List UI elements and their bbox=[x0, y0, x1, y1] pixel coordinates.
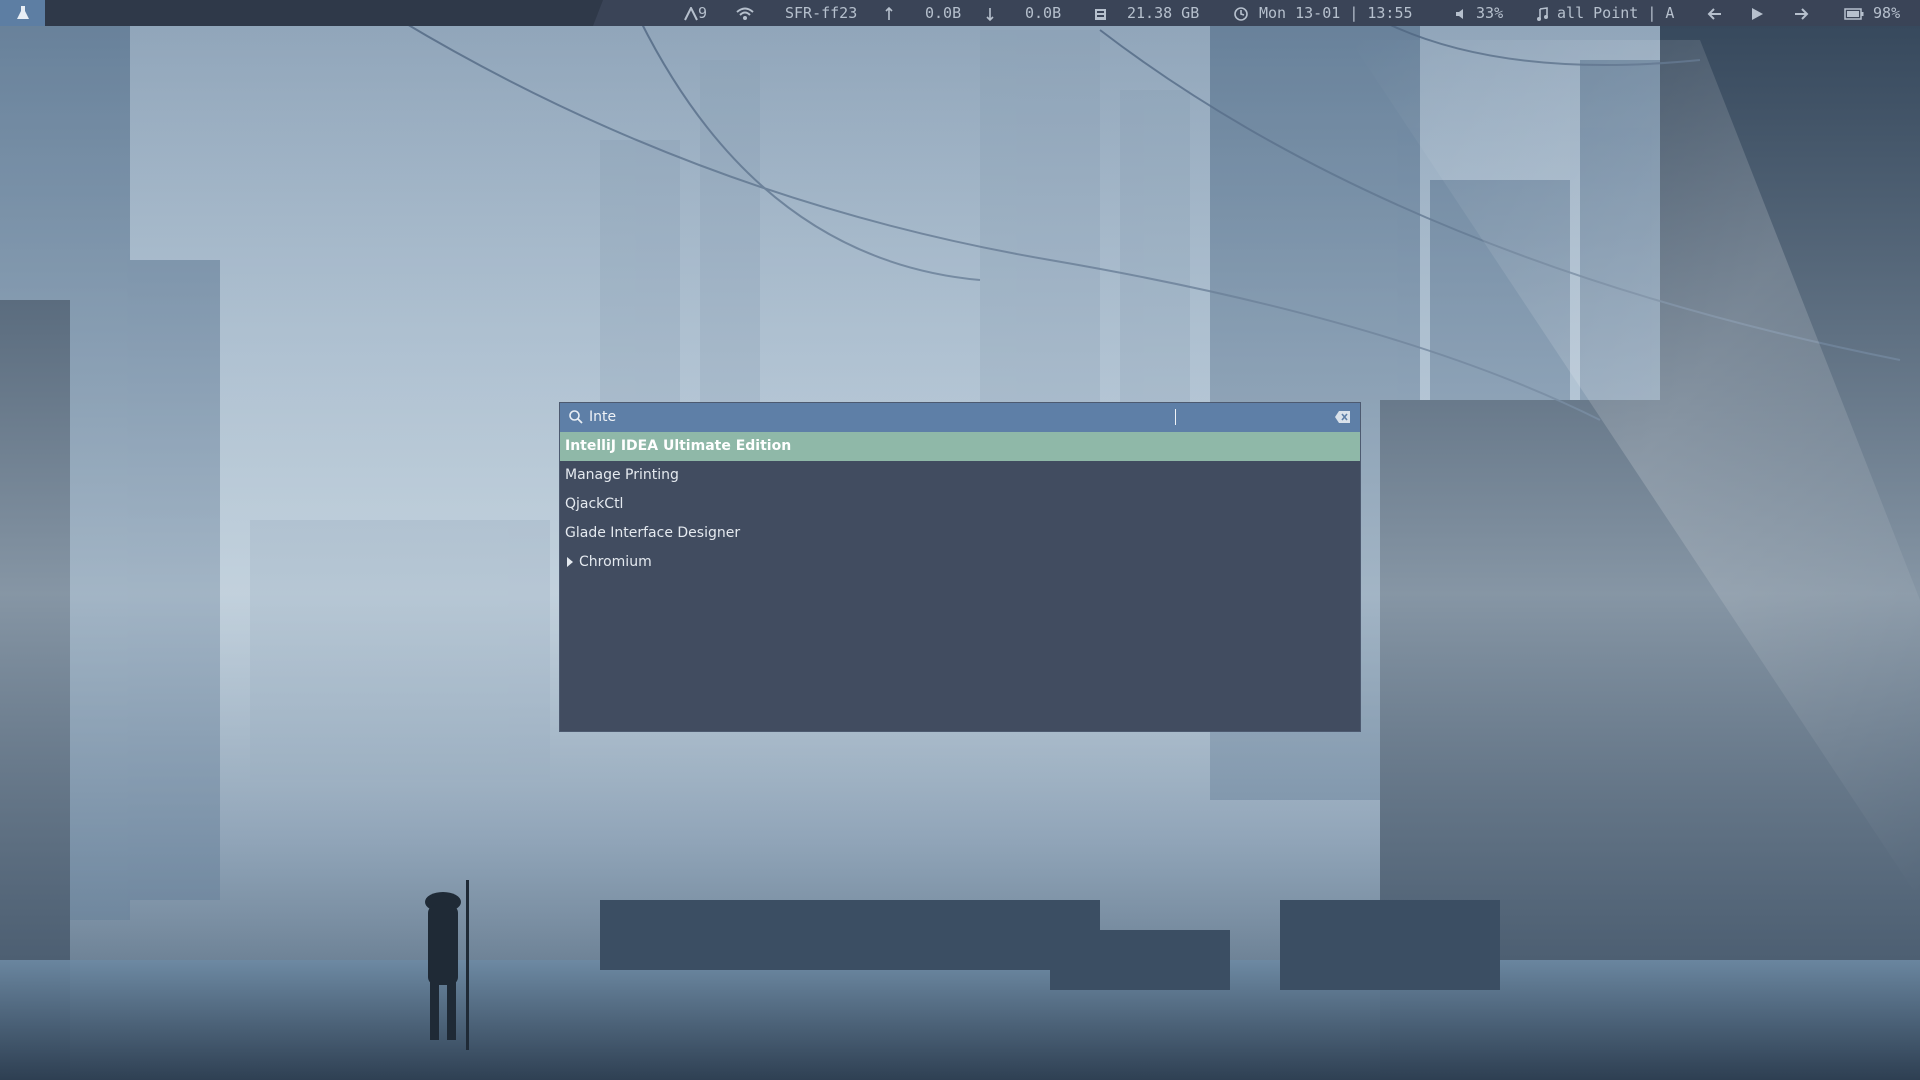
next-icon[interactable] bbox=[1793, 0, 1809, 26]
results-list: IntelliJ IDEA Ultimate Edition Manage Pr… bbox=[560, 432, 1360, 577]
music-indicator[interactable]: all Point | A bbox=[1536, 0, 1674, 26]
download-arrow-icon bbox=[986, 0, 994, 26]
wifi-icon bbox=[736, 7, 754, 20]
top-panel: 9 SFR-ff23 0.0B 0.0B 21.38 GB Mon 13-01 … bbox=[0, 0, 1920, 26]
volume-level: 33% bbox=[1476, 4, 1504, 22]
layout-icon bbox=[684, 5, 698, 20]
clock-display[interactable]: Mon 13-01 | 13:55 bbox=[1259, 0, 1413, 26]
music-track: all Point bbox=[1557, 4, 1639, 22]
result-item-manage-printing[interactable]: Manage Printing bbox=[560, 461, 1360, 490]
wifi-ssid: SFR-ff23 bbox=[785, 4, 858, 22]
result-label: Glade Interface Designer bbox=[565, 525, 741, 541]
clear-text-icon[interactable] bbox=[1334, 410, 1352, 424]
clock-separator: | bbox=[1349, 4, 1359, 22]
disk-free: 21.38 GB bbox=[1127, 4, 1200, 22]
search-input[interactable] bbox=[589, 406, 1309, 428]
result-item-chromium[interactable]: Chromium bbox=[560, 548, 1360, 577]
result-label: Chromium bbox=[579, 554, 652, 570]
workspace-number: 9 bbox=[698, 4, 708, 22]
result-label: Manage Printing bbox=[565, 467, 679, 483]
speaker-icon bbox=[1456, 8, 1463, 19]
search-bar bbox=[560, 403, 1360, 432]
battery-indicator[interactable]: 98% bbox=[1844, 0, 1900, 26]
music-note-icon bbox=[1537, 6, 1548, 21]
result-item-qjackctl[interactable]: QjackCtl bbox=[560, 490, 1360, 519]
search-icon bbox=[569, 410, 583, 424]
result-label: QjackCtl bbox=[565, 496, 624, 512]
disk-icon bbox=[1094, 0, 1107, 26]
battery-level: 98% bbox=[1873, 4, 1901, 22]
music-extra: A bbox=[1665, 4, 1675, 22]
upload-arrow-icon bbox=[885, 0, 893, 26]
clock-icon bbox=[1234, 0, 1248, 26]
upload-rate: 0.0B bbox=[925, 4, 962, 22]
expand-arrow-icon[interactable] bbox=[567, 556, 573, 567]
flask-icon bbox=[16, 6, 29, 19]
workspace-indicator[interactable]: 9 bbox=[684, 0, 707, 26]
volume-indicator[interactable]: 33% bbox=[1455, 0, 1503, 26]
text-caret bbox=[1175, 409, 1176, 425]
result-item-intellij[interactable]: IntelliJ IDEA Ultimate Edition bbox=[560, 432, 1360, 461]
date-text: Mon 13-01 bbox=[1259, 4, 1341, 22]
result-item-glade[interactable]: Glade Interface Designer bbox=[560, 519, 1360, 548]
wifi-indicator[interactable] bbox=[736, 0, 754, 26]
battery-icon bbox=[1844, 7, 1864, 20]
app-launcher-dialog: IntelliJ IDEA Ultimate Edition Manage Pr… bbox=[560, 403, 1360, 731]
music-separator: | bbox=[1647, 4, 1657, 22]
play-icon[interactable] bbox=[1750, 0, 1764, 26]
download-rate: 0.0B bbox=[1025, 4, 1062, 22]
previous-icon[interactable] bbox=[1707, 0, 1723, 26]
time-text: 13:55 bbox=[1367, 4, 1413, 22]
app-menu-button[interactable] bbox=[0, 0, 45, 26]
result-label: IntelliJ IDEA Ultimate Edition bbox=[565, 438, 792, 454]
